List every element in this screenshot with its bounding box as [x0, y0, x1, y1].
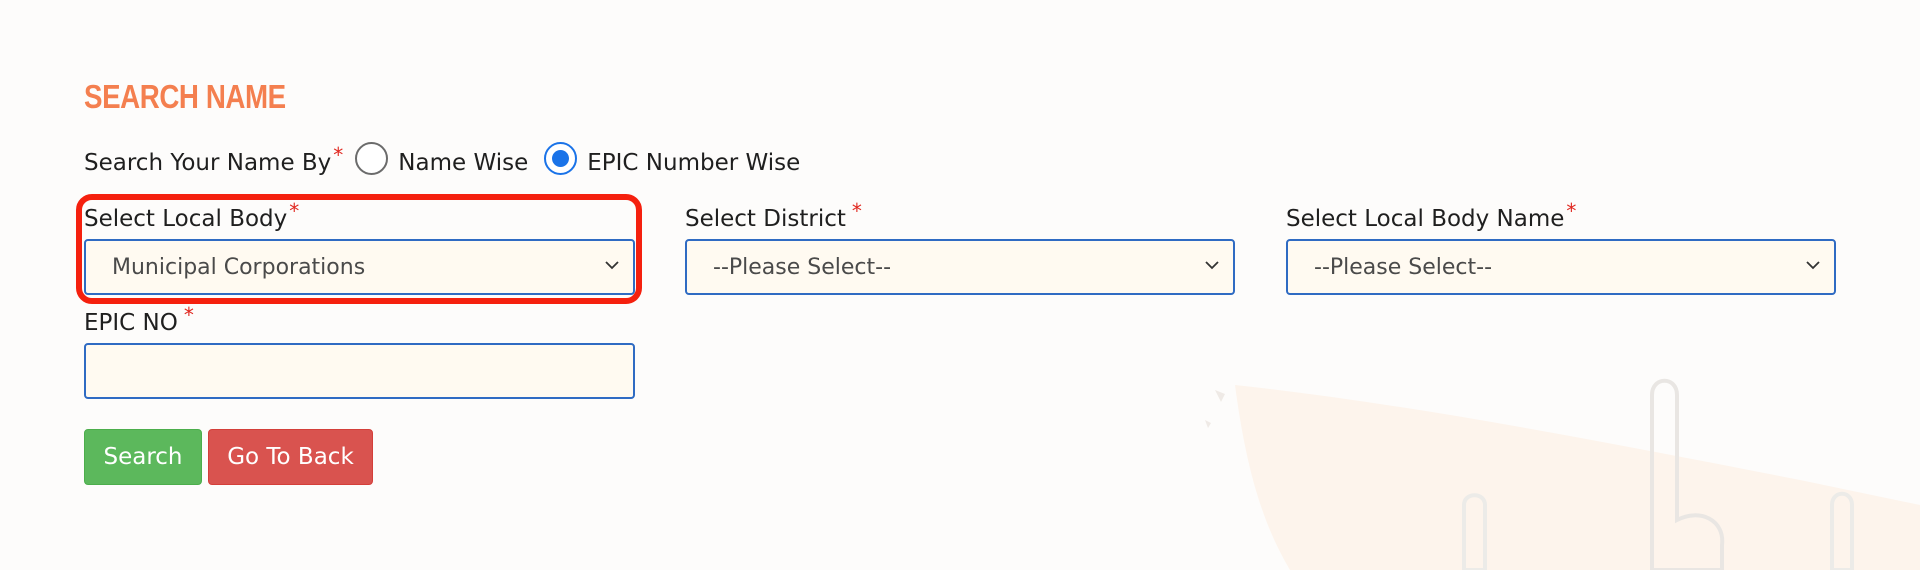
chevron-down-icon [605, 261, 619, 270]
epic-no-label: EPIC NO * [84, 303, 194, 336]
go-back-button[interactable]: Go To Back [208, 429, 373, 485]
required-asterisk: * [289, 199, 300, 223]
local-body-select[interactable]: Municipal Corporations [84, 239, 635, 295]
search-by-row: Search Your Name By * Name Wise EPIC Numb… [84, 142, 816, 179]
radio-name-wise-label: Name Wise [398, 149, 529, 176]
required-asterisk: * [1566, 199, 1577, 223]
radio-name-wise[interactable]: Name Wise [355, 142, 529, 179]
radio-button-checked[interactable] [544, 142, 578, 175]
district-select[interactable]: --Please Select-- [685, 239, 1235, 295]
local-body-name-select[interactable]: --Please Select-- [1286, 239, 1836, 295]
page-title: SEARCH NAME [84, 78, 286, 115]
local-body-label: Select Local Body * [84, 199, 300, 232]
search-by-label: Search Your Name By * [84, 142, 344, 176]
radio-epic-number-wise[interactable]: EPIC Number Wise [544, 142, 801, 179]
chevron-down-icon [1806, 261, 1820, 270]
required-asterisk: * [333, 142, 344, 167]
chevron-down-icon [1205, 261, 1219, 270]
required-asterisk: * [851, 199, 862, 223]
radio-button-unchecked[interactable] [355, 142, 389, 175]
search-button[interactable]: Search [84, 429, 202, 485]
required-asterisk: * [183, 303, 194, 327]
radio-epic-number-wise-label: EPIC Number Wise [587, 149, 801, 176]
search-form: SEARCH NAME Search Your Name By * Name Wi… [0, 0, 1920, 570]
local-body-select-value: Municipal Corporations [112, 254, 366, 280]
district-select-value: --Please Select-- [713, 254, 892, 280]
district-label: Select District * [685, 199, 862, 232]
local-body-name-select-value: --Please Select-- [1314, 254, 1493, 280]
local-body-name-label: Select Local Body Name * [1286, 199, 1577, 232]
epic-no-input[interactable] [84, 343, 635, 399]
